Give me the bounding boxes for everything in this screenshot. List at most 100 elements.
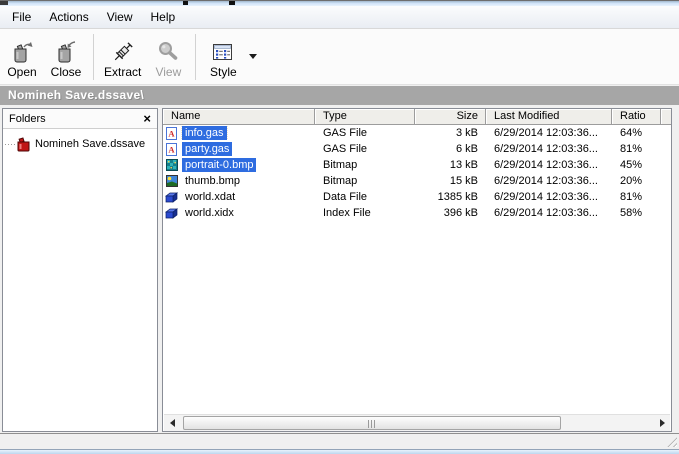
file-type: Index File (323, 207, 371, 219)
file-row[interactable]: portrait-0.bmp Bitmap 13 kB 6/29/2014 12… (163, 157, 671, 173)
tree-connector (5, 143, 15, 145)
file-type: GAS File (323, 127, 368, 139)
style-list-icon (212, 39, 234, 65)
menu-bar: File Actions View Help (0, 6, 679, 29)
file-size: 396 kB (443, 207, 478, 219)
close-button-label: Close (50, 64, 82, 79)
titlebar-remnant (229, 1, 235, 5)
titlebar-remnant (183, 1, 188, 5)
column-header-size[interactable]: Size (415, 109, 486, 125)
file-row[interactable]: A info.gas GAS File 3 kB 6/29/2014 12:03… (163, 125, 671, 141)
tree-item-label: Nomineh Save.dssave (35, 138, 146, 150)
style-button[interactable]: Style (202, 33, 244, 81)
column-header-last-modified[interactable]: Last Modified (486, 109, 612, 125)
tree-item-nomineh-save[interactable]: Nomineh Save.dssave (3, 136, 157, 152)
file-modified: 6/29/2014 12:03:36... (494, 127, 598, 139)
triangle-left-icon (169, 419, 175, 427)
folders-panel-title: Folders (9, 112, 46, 125)
file-ratio: 81% (620, 143, 643, 155)
bitmap-image-icon (165, 175, 178, 187)
file-modified: 6/29/2014 12:03:36... (494, 191, 598, 203)
file-size: 15 kB (449, 175, 478, 187)
svg-text:A: A (168, 144, 175, 154)
folders-panel: Folders × Nomineh Save.dssave (2, 108, 158, 432)
file-name: portrait-0.bmp (182, 158, 257, 172)
toolbar: Open Close Extract View Style (0, 29, 679, 85)
column-header-name[interactable]: Name (163, 109, 315, 125)
menu-view[interactable]: View (98, 7, 142, 27)
file-ratio: 45% (620, 159, 643, 171)
data-cube-icon (165, 191, 178, 203)
file-modified: 6/29/2014 12:03:36... (494, 159, 598, 171)
file-type: Bitmap (323, 175, 358, 187)
app-window: File Actions View Help Open Close Extrac… (0, 0, 679, 454)
menu-actions[interactable]: Actions (40, 7, 97, 27)
style-button-label: Style (210, 64, 237, 79)
file-ratio: 20% (620, 175, 643, 187)
svg-text:A: A (168, 128, 175, 138)
column-header-stub (661, 109, 671, 125)
status-bar (0, 433, 679, 449)
triangle-right-icon (659, 419, 665, 427)
file-modified: 6/29/2014 12:03:36... (494, 175, 598, 187)
resize-grip[interactable] (665, 435, 677, 447)
scroll-right-button[interactable] (654, 415, 670, 431)
chevron-down-icon (249, 54, 258, 59)
menu-help[interactable]: Help (142, 7, 185, 27)
view-magnifier-icon (156, 39, 180, 65)
file-row[interactable]: world.xidx Index File 396 kB 6/29/2014 1… (163, 205, 671, 221)
toolbar-separator (93, 33, 94, 80)
column-header-ratio[interactable]: Ratio (612, 109, 661, 125)
file-ratio: 64% (620, 127, 643, 139)
file-name: info.gas (181, 126, 228, 140)
current-path: Nomineh Save.dssave\ (8, 88, 145, 102)
file-type: Data File (323, 191, 368, 203)
file-row[interactable]: world.xdat Data File 1385 kB 6/29/2014 1… (163, 189, 671, 205)
close-icon (54, 39, 78, 65)
file-name: thumb.bmp (185, 175, 241, 187)
gas-file-icon: A (165, 142, 178, 156)
extract-syringe-icon (110, 39, 136, 65)
file-size: 6 kB (455, 143, 478, 155)
file-type: Bitmap (323, 159, 358, 171)
close-button[interactable]: Close (45, 33, 87, 81)
gas-file-icon: A (165, 126, 178, 140)
extract-button-label: Extract (104, 64, 142, 79)
file-row[interactable]: thumb.bmp Bitmap 15 kB 6/29/2014 12:03:3… (163, 173, 671, 189)
file-row[interactable]: A party.gas GAS File 6 kB 6/29/2014 12:0… (163, 141, 671, 157)
folder-tree: Nomineh Save.dssave (3, 129, 157, 152)
file-name: world.xidx (185, 207, 234, 219)
file-modified: 6/29/2014 12:03:36... (494, 143, 598, 155)
column-header-type[interactable]: Type (315, 109, 415, 125)
file-name: world.xdat (185, 191, 236, 203)
toolbar-separator (195, 33, 197, 80)
scrollbar-thumb[interactable] (183, 416, 561, 430)
archive-icon (16, 136, 31, 152)
file-modified: 6/29/2014 12:03:36... (494, 207, 598, 219)
menu-file[interactable]: File (3, 7, 40, 27)
file-type: GAS File (323, 143, 368, 155)
horizontal-scrollbar[interactable] (164, 414, 670, 431)
bitmap-texture-icon (165, 159, 178, 171)
style-dropdown-button[interactable] (245, 37, 261, 77)
file-list-panel: Name Type Size Last Modified Ratio A inf… (162, 108, 672, 432)
file-size: 1385 kB (437, 191, 478, 203)
file-ratio: 81% (620, 191, 643, 203)
open-button[interactable]: Open (1, 33, 43, 81)
open-icon (10, 39, 34, 65)
data-cube-icon (165, 207, 178, 219)
file-size: 13 kB (449, 159, 478, 171)
file-size: 3 kB (455, 127, 478, 139)
titlebar-remnant (0, 1, 8, 5)
address-bar: Nomineh Save.dssave\ (0, 86, 679, 105)
view-button-label: View (155, 64, 182, 79)
file-name: party.gas (182, 142, 233, 156)
window-bottom-border (0, 449, 679, 454)
view-button[interactable]: View (147, 33, 189, 81)
list-header: Name Type Size Last Modified Ratio (163, 109, 671, 125)
scroll-left-button[interactable] (164, 415, 180, 431)
open-button-label: Open (7, 64, 37, 79)
extract-button[interactable]: Extract (100, 33, 145, 81)
folders-close-button[interactable]: × (143, 112, 151, 125)
file-ratio: 58% (620, 207, 643, 219)
